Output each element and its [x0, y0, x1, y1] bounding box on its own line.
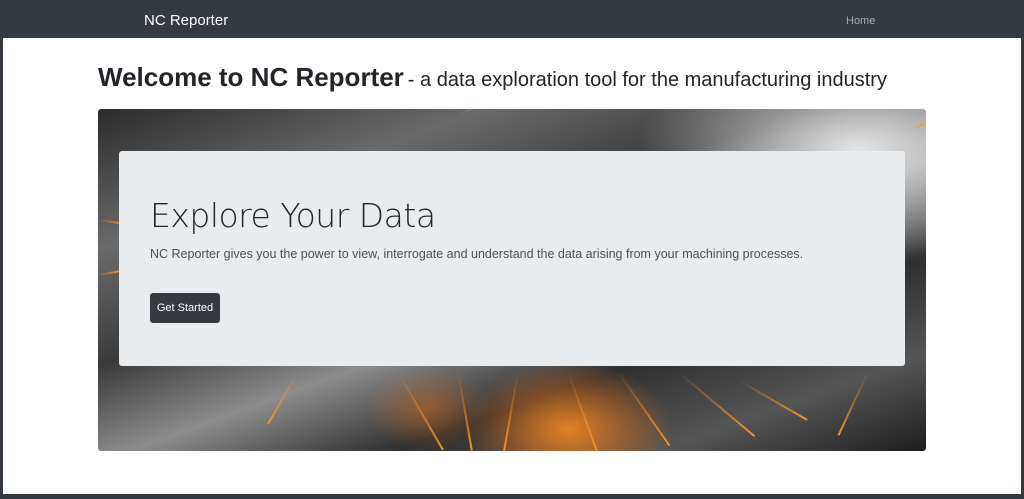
page-title: Welcome to NC Reporter - a data explorati… [98, 58, 887, 97]
navbar-brand[interactable]: NC Reporter [144, 12, 228, 30]
spark-streak [98, 270, 120, 276]
spark-streak [907, 122, 926, 131]
get-started-button[interactable]: Get Started [150, 293, 220, 323]
jumbotron: Explore Your Data NC Reporter gives you … [119, 151, 905, 366]
jumbotron-heading: Explore Your Data [150, 196, 436, 235]
top-navbar: NC Reporter Home [0, 0, 1024, 38]
page-title-main: Welcome to NC Reporter [98, 62, 404, 92]
spark-streak [397, 371, 444, 451]
nav-link-home[interactable]: Home [846, 14, 875, 28]
page-title-subtitle: - a data exploration tool for the manufa… [407, 69, 887, 91]
spark-streak [617, 371, 671, 447]
spark-streak [267, 371, 299, 425]
spark-streak [457, 371, 473, 451]
main-content: Welcome to NC Reporter - a data explorati… [3, 38, 1021, 494]
spark-streak [737, 379, 808, 421]
hero-banner-image: Explore Your Data NC Reporter gives you … [98, 109, 926, 451]
spark-streak [457, 109, 495, 116]
spark-streak [567, 371, 602, 451]
spark-streak [837, 371, 869, 436]
spark-streak [502, 371, 519, 451]
jumbotron-lead-text: NC Reporter gives you the power to view,… [150, 247, 804, 261]
